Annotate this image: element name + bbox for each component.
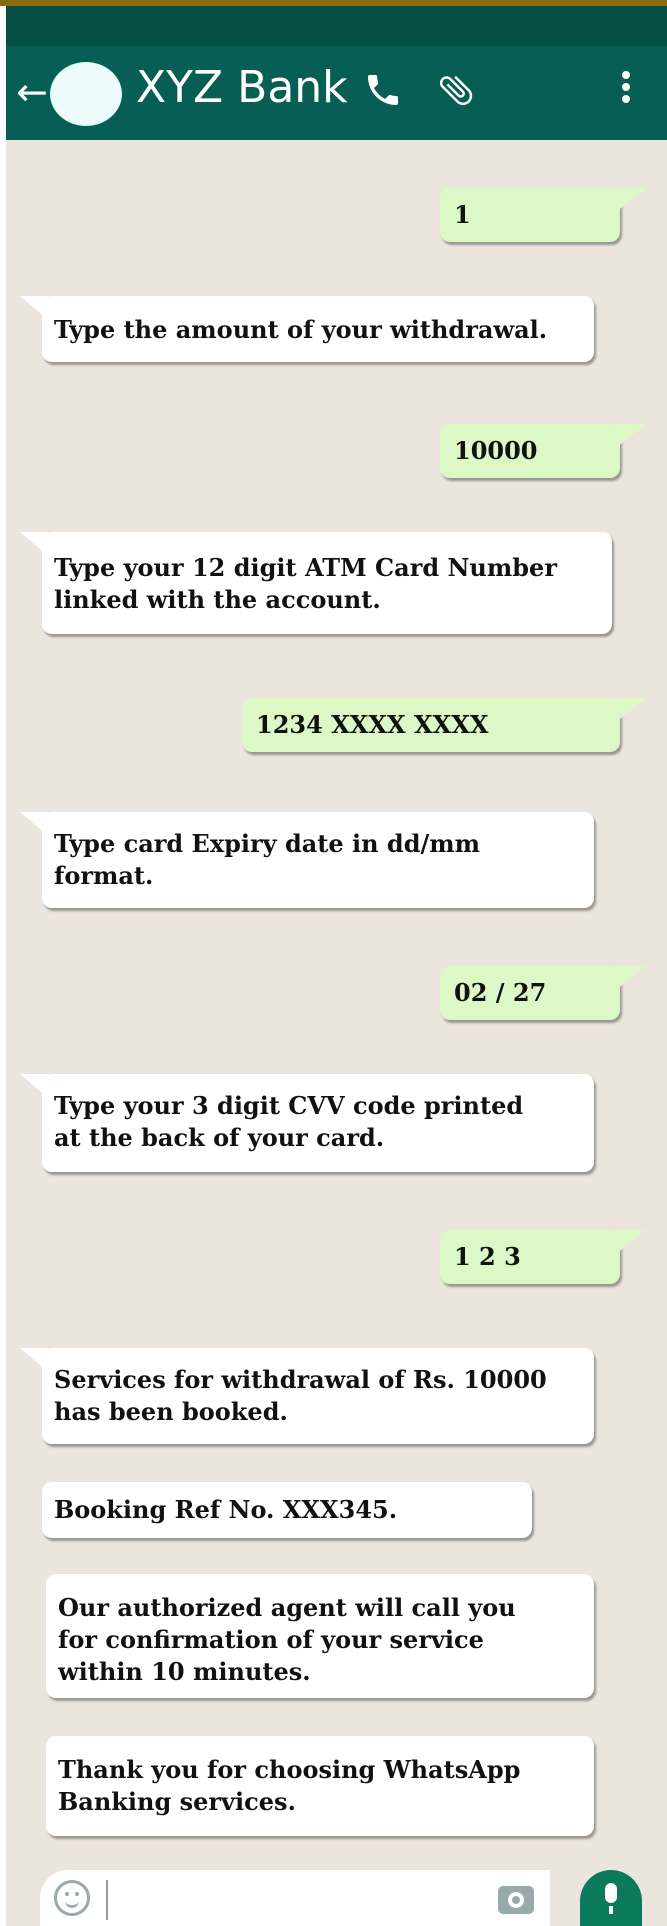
incoming-message[interactable]: Services for withdrawal of Rs. 10000 has… [20,1348,594,1444]
incoming-message[interactable]: Type the amount of your withdrawal. [20,296,594,362]
message-text: at the back of your card. [54,1123,385,1152]
outgoing-message[interactable]: 1 2 3 [440,1230,646,1284]
message-text: Type your 3 digit CVV code printed [54,1091,524,1120]
chat-screen: ← XYZ Bank 1 Type the amount of your wit… [0,0,667,1926]
message-text: for confirmation of your service [58,1625,484,1654]
phone-icon[interactable] [358,70,408,120]
message-text: Type card Expiry date in dd/mm [54,829,481,858]
more-vertical-icon[interactable] [611,70,641,120]
incoming-message[interactable]: Our authorized agent will call you for c… [46,1574,594,1698]
incoming-message[interactable]: Type your 12 digit ATM Card Number linke… [20,532,612,634]
chat-title[interactable]: XYZ Bank [136,60,348,116]
message-text: Type your 12 digit ATM Card Number [54,553,557,582]
outgoing-message[interactable]: 10000 [440,424,646,478]
message-text: 1234 XXXX XXXX [256,710,489,739]
message-text: Booking Ref No. XXX345. [54,1495,398,1524]
avatar[interactable] [50,62,122,126]
incoming-message[interactable]: Type your 3 digit CVV code printed at th… [20,1074,594,1172]
camera-icon[interactable] [498,1886,534,1914]
outgoing-message[interactable]: 1234 XXXX XXXX [242,698,646,752]
message-input[interactable] [40,1870,550,1926]
message-text: 1 2 3 [454,1242,521,1271]
message-text: Type the amount of your withdrawal. [54,315,548,344]
outgoing-message[interactable]: 02 / 27 [440,966,646,1020]
message-text: format. [54,861,154,890]
message-text: Thank you for choosing WhatsApp [58,1755,521,1784]
incoming-message[interactable]: Type card Expiry date in dd/mm format. [20,812,594,908]
outgoing-message[interactable]: 1 [440,188,646,242]
status-bar [6,6,667,46]
message-text: has been booked. [54,1397,288,1426]
message-text: linked with the account. [54,585,381,614]
mic-stand [609,1906,613,1914]
message-text: 1 [454,200,471,229]
message-text: within 10 minutes. [58,1657,311,1686]
smiley-icon[interactable] [54,1880,90,1916]
message-text: Services for withdrawal of Rs. 10000 [54,1365,547,1394]
message-text: 10000 [454,436,538,465]
message-text: Banking services. [58,1787,296,1816]
text-cursor [106,1880,108,1920]
mic-capsule [605,1883,617,1903]
paperclip-icon[interactable] [431,70,481,120]
message-list[interactable]: 1 Type the amount of your withdrawal. 10… [6,140,667,1926]
message-text: Our authorized agent will call you [58,1593,516,1622]
incoming-message[interactable]: Thank you for choosing WhatsApp Banking … [46,1736,594,1836]
message-text: 02 / 27 [454,978,547,1007]
incoming-message[interactable]: Booking Ref No. XXX345. [42,1482,532,1538]
microphone-icon[interactable] [580,1870,642,1926]
chat-header: ← XYZ Bank [6,46,667,140]
